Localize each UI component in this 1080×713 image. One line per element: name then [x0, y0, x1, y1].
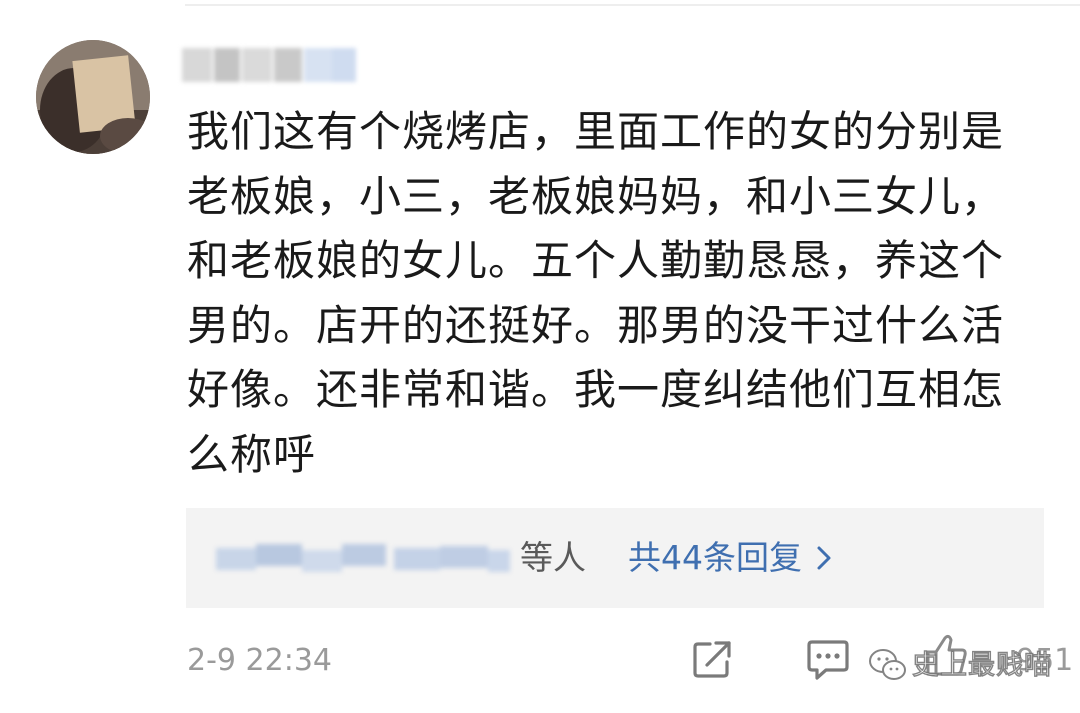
comment-line: 么称呼 — [187, 429, 317, 479]
avatar-image — [36, 40, 150, 154]
comment-line: 和老板娘的女儿。五个人勤勤恳恳，养这个 — [187, 236, 1005, 285]
divider — [185, 4, 1080, 6]
share-icon[interactable] — [692, 640, 736, 684]
comment-body: 我们这有个烧烤店，里面工作的女的分别是 老板娘，小三，老板娘妈妈，和小三女儿， 和老… — [187, 100, 1057, 487]
reply-authors-suffix: 等人 — [520, 538, 586, 577]
author-name-redacted[interactable] — [178, 40, 360, 90]
comment-line: 男的。店开的还挺好。那男的没干过什么活 — [187, 300, 1005, 350]
view-replies-label: 共44条回复 — [628, 538, 802, 577]
comment-line: 我们这有个烧烤店，里面工作的女的分别是 — [187, 107, 1005, 156]
comment-timestamp: 2-9 22:34 — [187, 643, 332, 678]
replies-preview[interactable]: 等人 共44条回复 — [186, 508, 1044, 608]
comment-line: 老板娘，小三，老板娘妈妈，和小三女儿， — [187, 171, 1005, 221]
wechat-icon — [869, 649, 906, 680]
reply-authors-redacted — [216, 538, 512, 582]
view-replies-link[interactable]: 共44条回复 — [628, 534, 832, 584]
comment-line: 好像。还非常和谐。我一度纠结他们互相怎 — [187, 365, 1005, 414]
avatar[interactable] — [36, 40, 150, 154]
comment-screen: 我们这有个烧烤店，里面工作的女的分别是 老板娘，小三，老板娘妈妈，和小三女儿， 和老… — [0, 0, 1080, 713]
watermark: 史上最贱喵 — [868, 644, 1068, 688]
comment-icon[interactable] — [806, 639, 850, 685]
chevron-right-icon — [816, 536, 832, 584]
watermark-text: 史上最贱喵 — [911, 649, 1052, 681]
